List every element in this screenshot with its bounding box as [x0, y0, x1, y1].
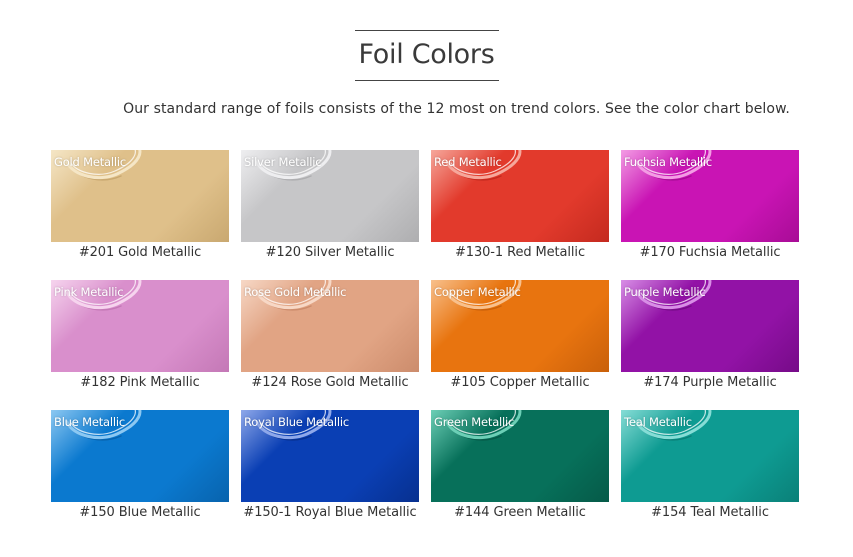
swatch-overlay-label: Copper Metallic — [434, 285, 521, 299]
swatch-caption: #154 Teal Metallic — [651, 505, 769, 520]
foil-swatch-card[interactable]: Silver Metallic #120 Silver Metallic — [241, 150, 419, 280]
foil-swatch-card[interactable]: Purple Metallic #174 Purple Metallic — [621, 280, 799, 410]
swatch-overlay-label: Teal Metallic — [624, 415, 692, 429]
swatch-overlay-label: Royal Blue Metallic — [244, 415, 349, 429]
foil-swatch-image[interactable]: Pink Metallic — [51, 280, 229, 372]
foil-swatch-image[interactable]: Purple Metallic — [621, 280, 799, 372]
swatch-row: Pink Metallic #182 Pink Metallic Rose Gold… — [51, 280, 799, 410]
swatch-caption: #174 Purple Metallic — [643, 375, 777, 390]
swatch-overlay-label: Pink Metallic — [54, 285, 124, 299]
foil-swatch-card[interactable]: Fuchsia Metallic #170 Fuchsia Metallic — [621, 150, 799, 280]
title-rule-box: Foil Colors — [354, 30, 499, 81]
swatch-overlay-label: Silver Metallic — [244, 155, 322, 169]
foil-swatch-card[interactable]: Pink Metallic #182 Pink Metallic — [51, 280, 229, 410]
swatch-overlay-label: Blue Metallic — [54, 415, 125, 429]
title-section: Foil Colors — [0, 30, 853, 81]
foil-swatch-card[interactable]: Gold Metallic #201 Gold Metallic — [51, 150, 229, 280]
swatch-overlay-label: Red Metallic — [434, 155, 502, 169]
swatch-row: Blue Metallic #150 Blue Metallic Royal Blu… — [51, 410, 799, 540]
foil-swatch-image[interactable]: Fuchsia Metallic — [621, 150, 799, 242]
foil-colors-page: Foil Colors Our standard range of foils … — [0, 0, 853, 557]
foil-swatch-card[interactable]: Green Metallic #144 Green Metallic — [431, 410, 609, 540]
swatch-grid: Gold Metallic #201 Gold Metallic Silver Me… — [51, 150, 799, 540]
swatch-overlay-label: Fuchsia Metallic — [624, 155, 713, 169]
foil-swatch-image[interactable]: Red Metallic — [431, 150, 609, 242]
foil-swatch-image[interactable]: Gold Metallic — [51, 150, 229, 242]
swatch-caption: #144 Green Metallic — [454, 505, 586, 520]
swatch-caption: #150-1 Royal Blue Metallic — [243, 505, 417, 520]
foil-swatch-card[interactable]: Blue Metallic #150 Blue Metallic — [51, 410, 229, 540]
swatch-caption: #120 Silver Metallic — [265, 245, 395, 260]
swatch-caption: #124 Rose Gold Metallic — [251, 375, 409, 390]
swatch-caption: #130-1 Red Metallic — [455, 245, 585, 260]
foil-swatch-card[interactable]: Red Metallic #130-1 Red Metallic — [431, 150, 609, 280]
swatch-overlay-label: Green Metallic — [434, 415, 515, 429]
foil-swatch-card[interactable]: Royal Blue Metallic #150-1 Royal Blue Met… — [241, 410, 419, 540]
foil-swatch-card[interactable]: Teal Metallic #154 Teal Metallic — [621, 410, 799, 540]
foil-swatch-image[interactable]: Green Metallic — [431, 410, 609, 502]
swatch-row: Gold Metallic #201 Gold Metallic Silver Me… — [51, 150, 799, 280]
foil-swatch-card[interactable]: Rose Gold Metallic #124 Rose Gold Metalli… — [241, 280, 419, 410]
swatch-caption: #105 Copper Metallic — [450, 375, 590, 390]
foil-swatch-image[interactable]: Copper Metallic — [431, 280, 609, 372]
intro-text: Our standard range of foils consists of … — [123, 101, 790, 117]
swatch-overlay-label: Gold Metallic — [54, 155, 126, 169]
swatch-caption: #170 Fuchsia Metallic — [639, 245, 781, 260]
swatch-overlay-label: Purple Metallic — [624, 285, 706, 299]
foil-swatch-image[interactable]: Teal Metallic — [621, 410, 799, 502]
foil-swatch-image[interactable]: Rose Gold Metallic — [241, 280, 419, 372]
foil-swatch-card[interactable]: Copper Metallic #105 Copper Metallic — [431, 280, 609, 410]
page-title: Foil Colors — [358, 39, 495, 70]
foil-swatch-image[interactable]: Blue Metallic — [51, 410, 229, 502]
swatch-caption: #182 Pink Metallic — [80, 375, 200, 390]
foil-swatch-image[interactable]: Royal Blue Metallic — [241, 410, 419, 502]
swatch-caption: #150 Blue Metallic — [79, 505, 201, 520]
swatch-overlay-label: Rose Gold Metallic — [244, 285, 347, 299]
foil-swatch-image[interactable]: Silver Metallic — [241, 150, 419, 242]
swatch-caption: #201 Gold Metallic — [78, 245, 202, 260]
